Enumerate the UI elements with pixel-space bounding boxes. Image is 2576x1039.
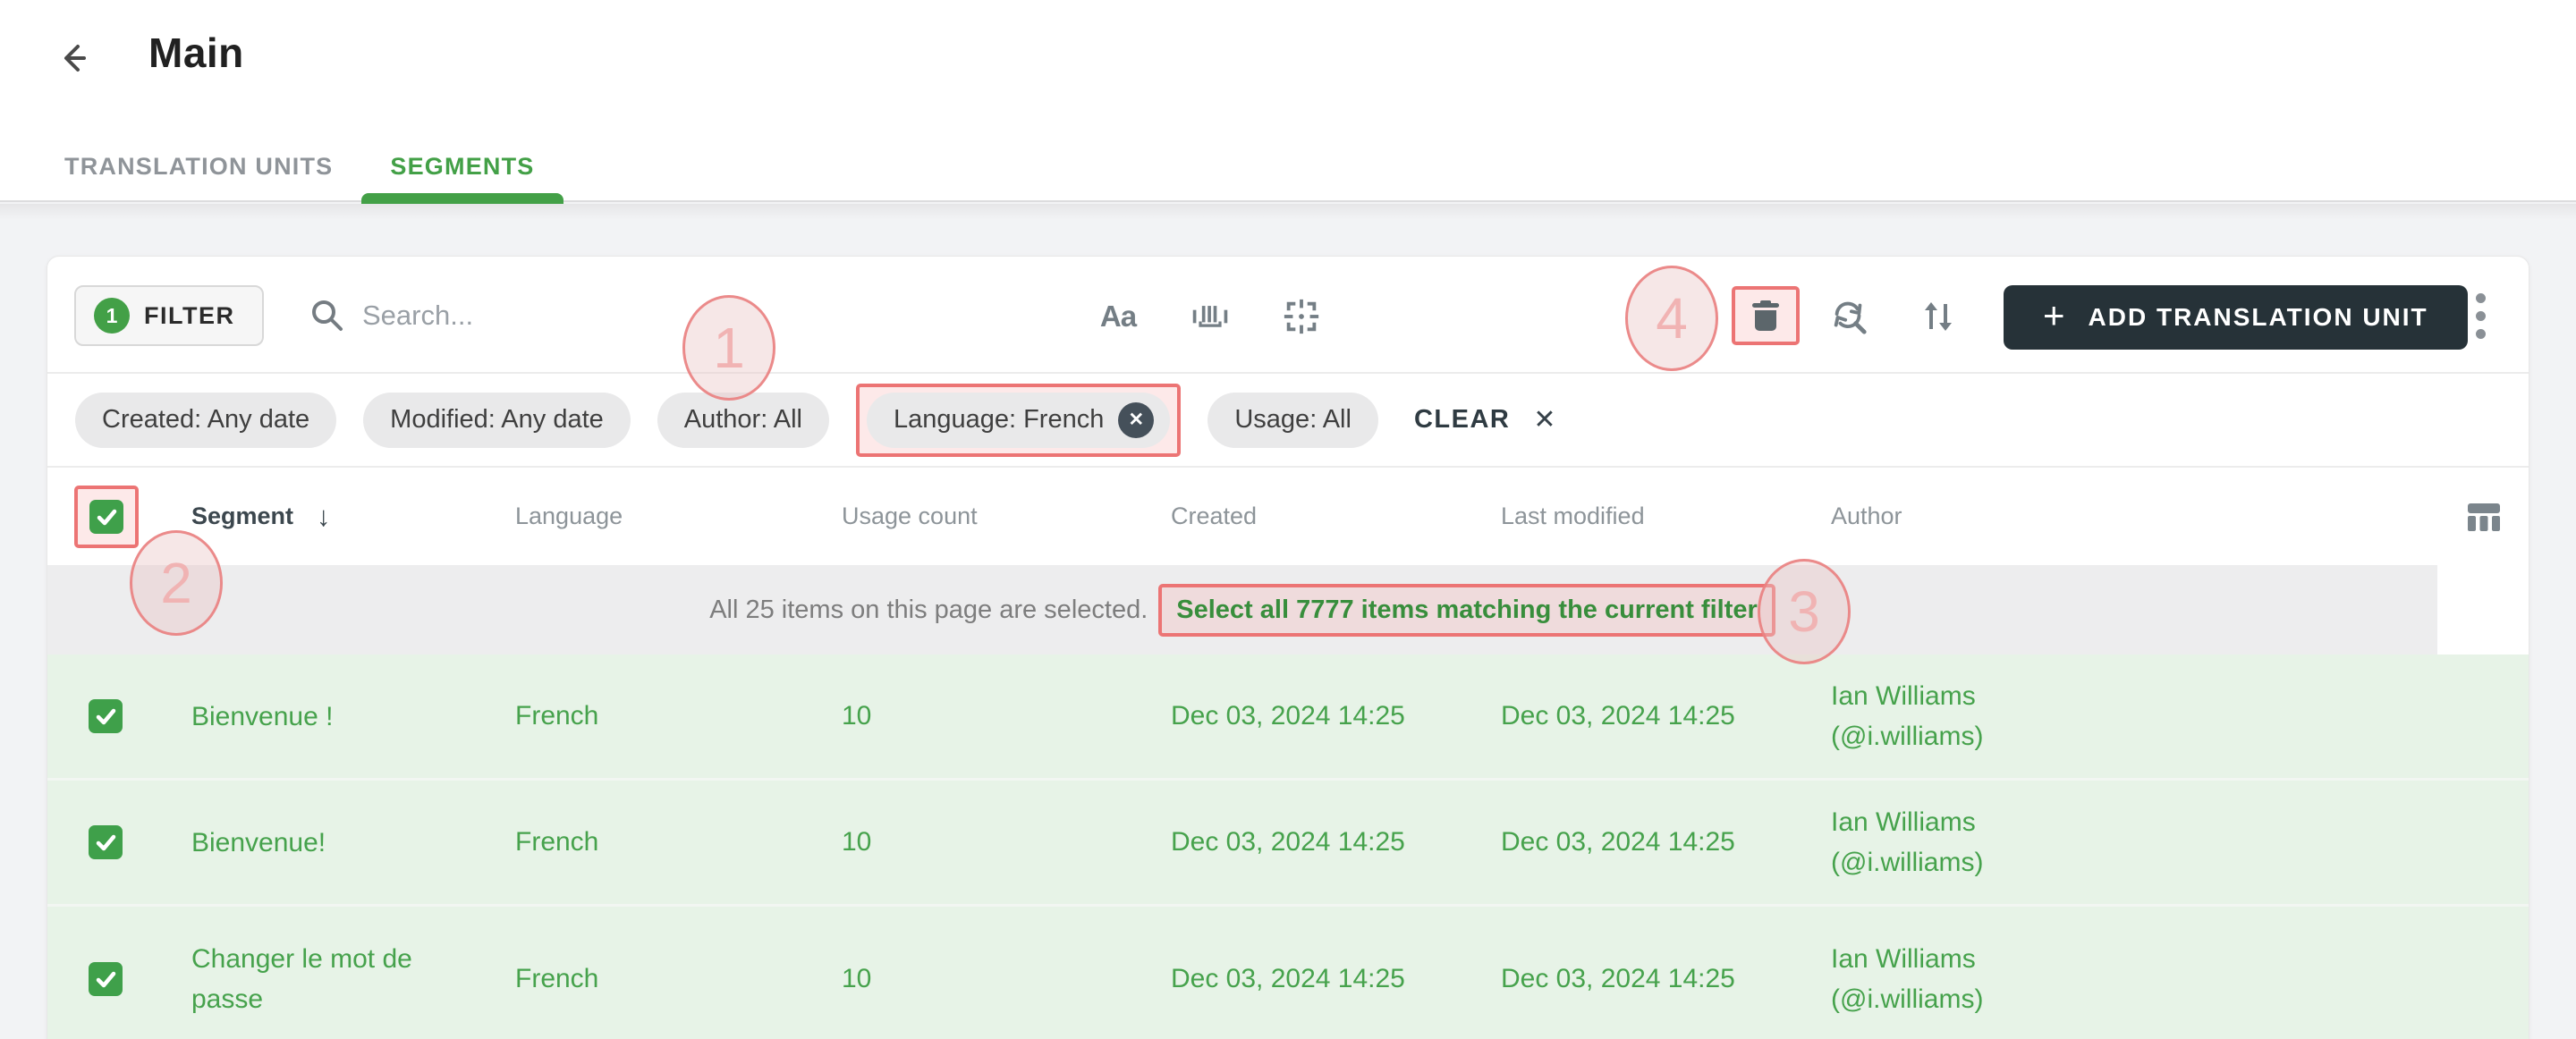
segments-panel: 1 FILTER Aa [47,256,2529,1039]
table-row[interactable]: Changer le mot de passe French 10 Dec 03… [47,907,2529,1039]
cell-language: French [515,964,599,993]
selection-banner: All 25 items on this page are selected. … [47,565,2529,655]
cell-usage-count: 10 [842,701,872,731]
whole-word-icon[interactable] [1191,299,1230,334]
table-row[interactable]: Bienvenue! French 10 Dec 03, 2024 14:25 … [47,781,2529,907]
clear-x-icon: ✕ [1533,405,1556,435]
search-replace-icon[interactable] [1829,299,1868,334]
cell-author: Ian Williams (@i.williams) [1831,681,1984,751]
add-translation-unit-label: ADD TRANSLATION UNIT [2088,303,2428,331]
tab-translation-units[interactable]: TRANSLATION UNITS [36,131,361,202]
cell-created: Dec 03, 2024 14:25 [1171,701,1405,731]
plus-icon: + [2043,294,2065,336]
tab-bar: TRANSLATION UNITS SEGMENTS [36,131,564,204]
column-header-last-modified[interactable]: Last modified [1501,503,1831,530]
tab-segments[interactable]: SEGMENTS [361,131,564,204]
filter-chip-language[interactable]: Language: French ✕ [866,392,1171,448]
cell-author: Ian Williams (@i.williams) [1831,944,1984,1014]
cell-usage-count: 10 [842,964,872,993]
arrow-left-icon [54,38,95,79]
kebab-menu-icon[interactable] [2462,289,2498,342]
row-checkbox[interactable] [89,699,123,733]
select-all-matching-highlight: Select all 7777 items matching the curre… [1158,583,1775,637]
cell-usage-count: 10 [842,827,872,857]
cell-language: French [515,701,599,731]
selection-banner-text: All 25 items on this page are selected. [709,595,1148,624]
search-input[interactable] [362,300,827,332]
back-button[interactable] [52,36,97,80]
filter-chip-author[interactable]: Author: All [657,392,829,448]
cell-segment: Bienvenue ! [191,701,334,731]
select-all-checkbox[interactable] [89,499,123,534]
search-box [309,287,827,344]
filter-chip-modified[interactable]: Modified: Any date [363,392,631,448]
manage-columns-icon[interactable] [2437,498,2530,536]
sort-vertical-icon[interactable] [1919,299,1958,334]
add-translation-unit-button[interactable]: + ADD TRANSLATION UNIT [2004,285,2468,350]
delete-button[interactable] [1748,298,1784,334]
filter-chips-row: Created: Any date Modified: Any date Aut… [47,374,2529,468]
cell-last-modified: Dec 03, 2024 14:25 [1501,701,1735,731]
cell-author: Ian Williams (@i.williams) [1831,807,1984,877]
remove-language-filter-icon[interactable]: ✕ [1118,401,1155,438]
cell-last-modified: Dec 03, 2024 14:25 [1501,964,1735,993]
language-chip-highlight: Language: French ✕ [855,383,1182,457]
table-header-row: Segment ↓ Language Usage count Created L… [47,468,2529,565]
filter-count-badge: 1 [94,298,130,334]
filter-button[interactable]: 1 FILTER [74,285,264,346]
row-checkbox[interactable] [89,825,123,859]
toolbar: 1 FILTER Aa [47,257,2529,374]
select-all-checkbox-highlight [74,485,139,548]
table-row[interactable]: Bienvenue ! French 10 Dec 03, 2024 14:25… [47,655,2529,781]
column-header-language[interactable]: Language [515,503,842,530]
page-title: Main [148,30,244,76]
cell-last-modified: Dec 03, 2024 14:25 [1501,827,1735,857]
sort-desc-icon: ↓ [317,500,331,532]
cell-created: Dec 03, 2024 14:25 [1171,827,1405,857]
select-all-matching-link[interactable]: Select all 7777 items matching the curre… [1176,596,1758,624]
selection-banner-spacer [2437,565,2529,655]
placeholder-frame-icon[interactable] [1282,299,1321,334]
filter-chip-usage[interactable]: Usage: All [1208,392,1378,448]
column-header-segment[interactable]: Segment ↓ [191,501,515,533]
top-bar: Main TRANSLATION UNITS SEGMENTS [0,0,2576,204]
active-tab-indicator [361,193,564,204]
column-header-created[interactable]: Created [1171,503,1501,530]
cell-segment: Bienvenue! [191,827,326,857]
clear-filters-button[interactable]: CLEAR ✕ [1414,404,1556,435]
delete-button-highlight [1732,286,1800,345]
match-case-icon[interactable]: Aa [1098,299,1138,334]
column-header-author[interactable]: Author [1831,503,2437,530]
search-icon [309,297,346,334]
row-checkbox[interactable] [89,962,123,996]
column-header-usage-count[interactable]: Usage count [842,503,1171,530]
cell-created: Dec 03, 2024 14:25 [1171,964,1405,993]
header-shadow [0,204,2576,220]
filter-chip-created[interactable]: Created: Any date [75,392,337,448]
cell-language: French [515,827,599,857]
filter-button-label: FILTER [144,301,235,329]
cell-segment: Changer le mot de passe [191,944,412,1014]
